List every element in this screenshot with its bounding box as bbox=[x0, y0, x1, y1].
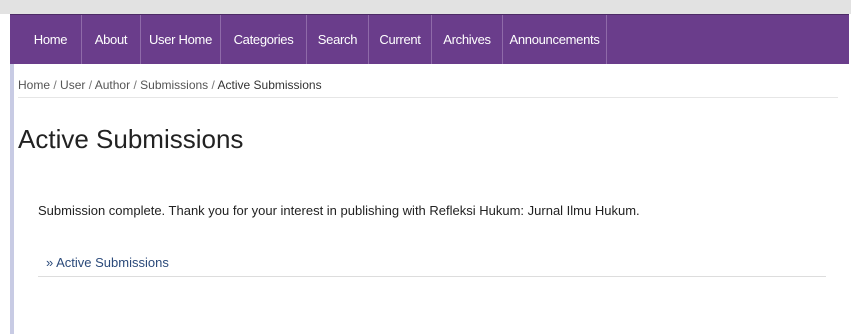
page: Home About User Home Categories Search C… bbox=[0, 0, 851, 334]
submission-complete-message: Submission complete. Thank you for your … bbox=[38, 203, 640, 218]
breadcrumb-divider bbox=[18, 97, 838, 98]
nav-announcements[interactable]: Announcements bbox=[503, 15, 607, 64]
breadcrumb-user[interactable]: User bbox=[60, 78, 85, 92]
breadcrumb-current: Active Submissions bbox=[217, 78, 322, 92]
link-divider bbox=[38, 276, 826, 277]
nav-current[interactable]: Current bbox=[369, 15, 432, 64]
page-title: Active Submissions bbox=[18, 124, 244, 154]
left-accent-bar bbox=[10, 64, 14, 334]
nav-categories[interactable]: Categories bbox=[221, 15, 307, 64]
breadcrumb-home[interactable]: Home bbox=[18, 78, 50, 92]
nav-about[interactable]: About bbox=[82, 15, 141, 64]
browser-top-strip bbox=[0, 0, 851, 14]
breadcrumb-author[interactable]: Author bbox=[95, 78, 130, 92]
nav-home[interactable]: Home bbox=[10, 15, 82, 64]
nav-user-home[interactable]: User Home bbox=[141, 15, 221, 64]
breadcrumb-submissions[interactable]: Submissions bbox=[140, 78, 208, 92]
nav-search[interactable]: Search bbox=[307, 15, 369, 64]
breadcrumb: Home / User / Author / Submissions / Act… bbox=[18, 78, 322, 92]
active-submissions-link[interactable]: » Active Submissions bbox=[46, 255, 169, 270]
nav-archives[interactable]: Archives bbox=[432, 15, 503, 64]
main-navigation: Home About User Home Categories Search C… bbox=[10, 14, 849, 64]
